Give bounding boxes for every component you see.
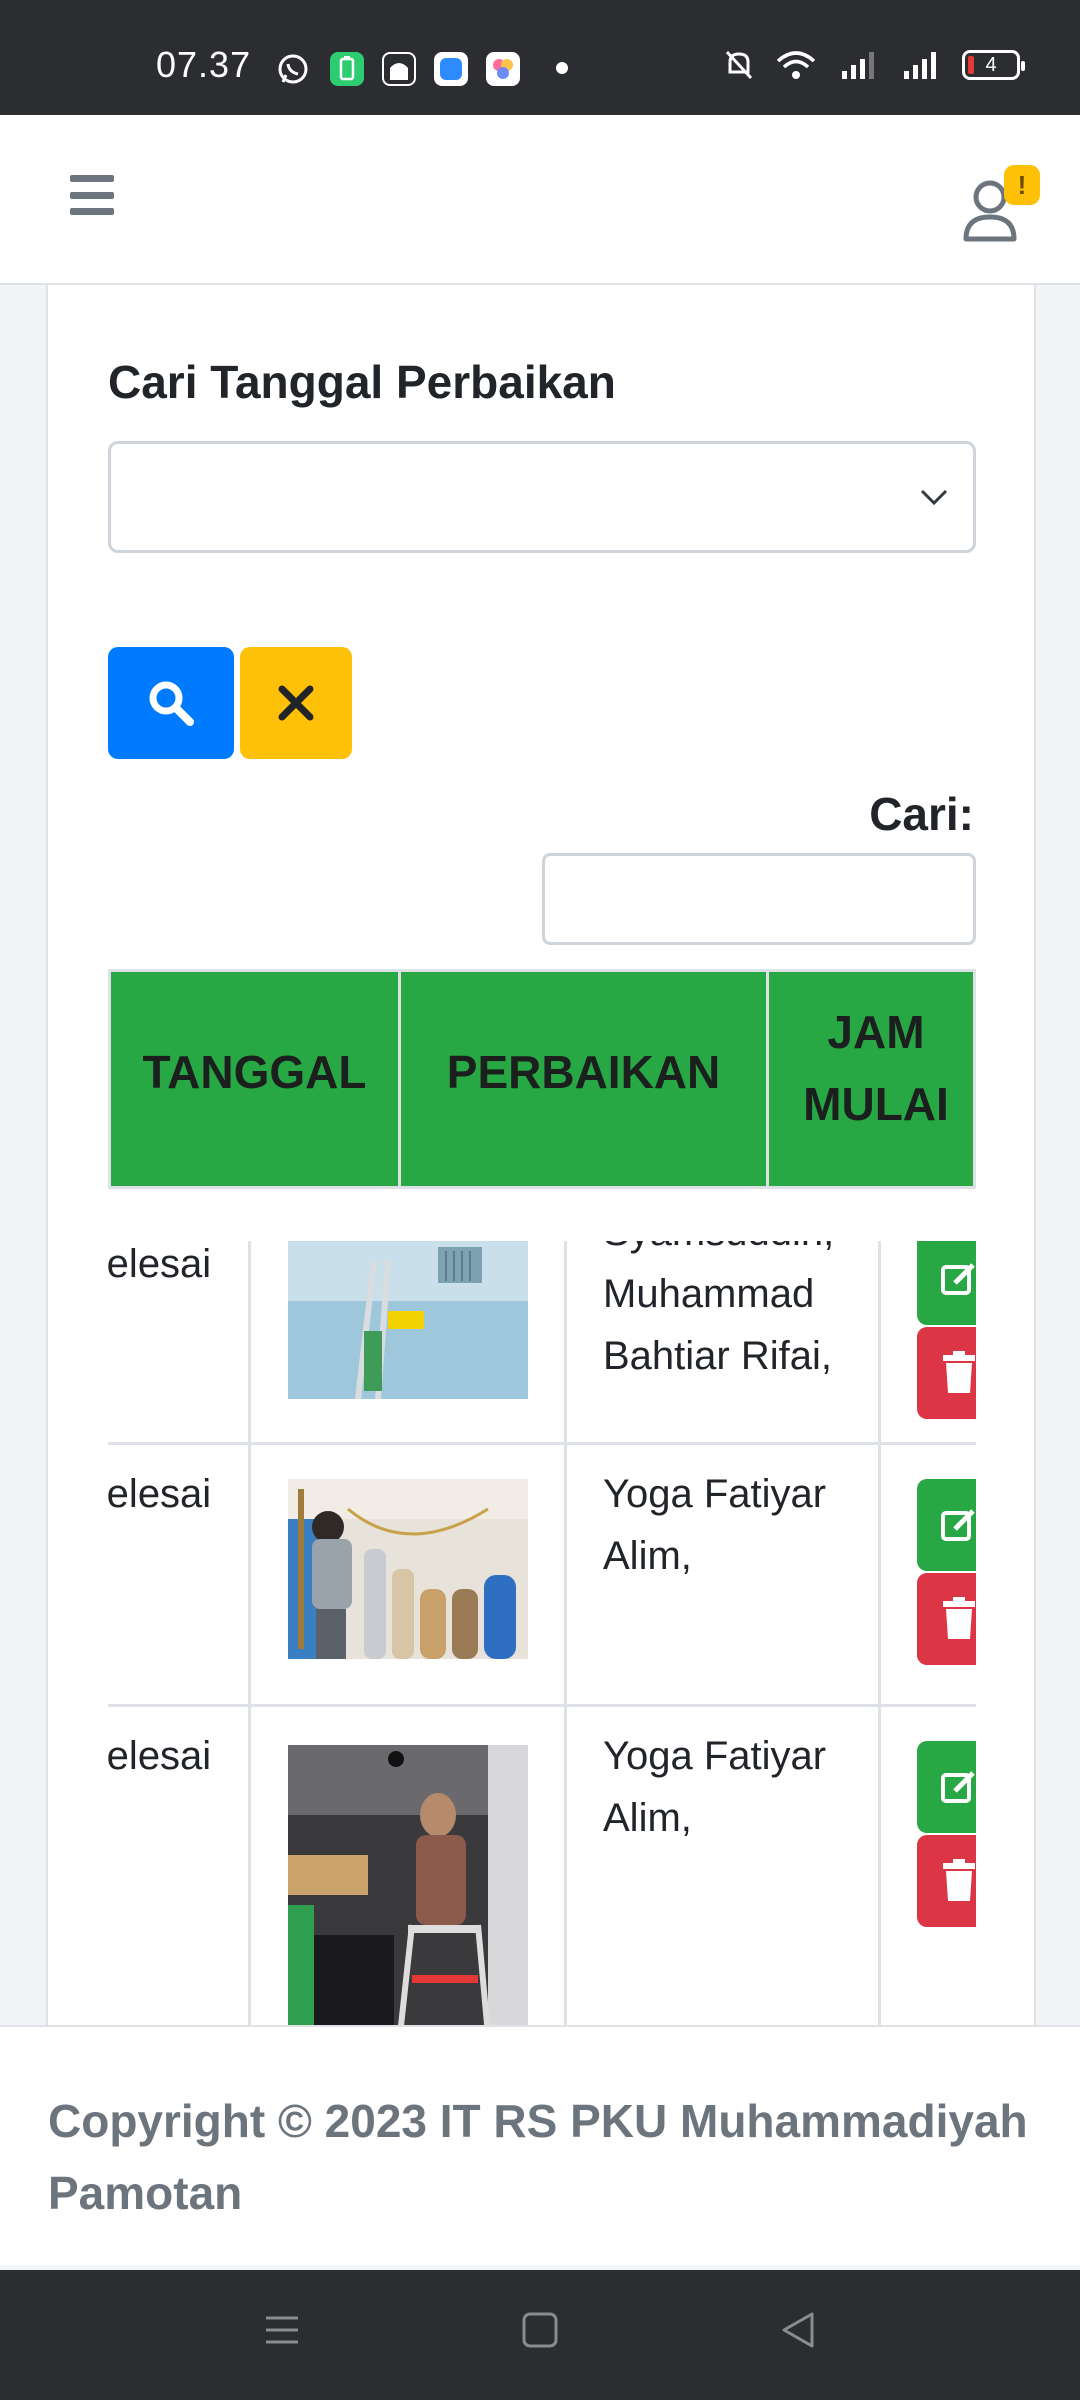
delete-button[interactable] [917, 1573, 976, 1665]
technician-name: Bahtiar Rifai, [603, 1334, 832, 1378]
technician-name: Yoga Fatiyar [603, 1734, 827, 1778]
battery-level: 4 [985, 53, 997, 76]
mosque-app-icon [382, 52, 416, 86]
date-filter-select[interactable] [108, 441, 976, 553]
gallery-app-icon [486, 52, 520, 86]
photo-cell [248, 1707, 564, 2025]
user-menu-button[interactable]: ! [950, 165, 1040, 245]
status-time: 07.37 [156, 44, 252, 85]
column-header-jam-line2: MULAI [803, 1078, 949, 1130]
actions-cell [878, 1241, 976, 1442]
table-header: TANGGAL PERBAIKAN JAM MULAI [108, 969, 976, 1189]
trash-icon [943, 1597, 975, 1639]
back-button[interactable] [778, 2310, 818, 2355]
technician-name: Syamsuddin, [603, 1241, 878, 1263]
chevron-down-icon [920, 489, 948, 506]
search-button[interactable] [108, 647, 234, 759]
status-right-icons: 4 [724, 48, 1025, 82]
edit-button[interactable] [917, 1479, 976, 1571]
recent-apps-icon [266, 2316, 298, 2344]
trash-icon [943, 1351, 975, 1393]
date-filter-label: Cari Tanggal Perbaikan [108, 356, 616, 408]
gas-cylinder-room-photo[interactable] [288, 1479, 528, 1659]
technician-name: Alim, [603, 1796, 692, 1840]
edit-button[interactable] [917, 1741, 976, 1833]
hamburger-bar [70, 175, 114, 182]
ceiling-lamp-repair-photo[interactable] [288, 1745, 528, 2025]
home-button[interactable] [520, 2310, 560, 2355]
column-header-jam-mulai[interactable]: JAM MULAI [769, 972, 973, 1186]
table-row: Selesai [108, 1445, 976, 1707]
reset-filter-button[interactable] [240, 647, 352, 759]
status-cell: Selesai [108, 1707, 248, 2025]
search-icon [149, 681, 194, 726]
wifi-icon [776, 51, 816, 79]
column-header-perbaikan[interactable]: PERBAIKAN [401, 972, 769, 1186]
mute-bell-icon [725, 50, 753, 80]
technician-names-cell: Yoga Fatiyar Alim, [564, 1445, 878, 1704]
more-notifications-dot [556, 62, 568, 74]
technician-name: Muhammad [603, 1272, 815, 1316]
photo-cell [248, 1241, 564, 1442]
photo-cell [248, 1445, 564, 1704]
status-text: Selesai [108, 1734, 212, 1778]
status-bar: 07.37 4 [0, 0, 1080, 115]
edit-icon [941, 1771, 975, 1803]
signal-2-icon [904, 52, 936, 79]
page-footer: Copyright © 2023 IT RS PKU Muhammadiyah … [0, 2025, 1080, 2265]
ceiling-vent-repair-photo[interactable] [288, 1241, 528, 1399]
home-icon [522, 2312, 558, 2348]
whatsapp-icon [276, 52, 310, 86]
close-icon [278, 685, 314, 721]
edit-button[interactable] [917, 1241, 976, 1325]
system-navigation-bar [0, 2270, 1080, 2400]
column-header-jam-line1: JAM [827, 1006, 925, 1058]
edit-icon [941, 1509, 975, 1541]
technician-names-cell: Yoga Fatiyar Alim, [564, 1707, 878, 2025]
technician-names-cell: Syamsuddin, Muhammad Bahtiar Rifai, [564, 1241, 878, 1442]
signal-1-icon [842, 52, 874, 79]
technician-name: Yoga Fatiyar [603, 1472, 827, 1516]
app-navbar: ! [0, 115, 1080, 285]
copyright-text: Copyright © 2023 IT RS PKU Muhammadiyah … [48, 2095, 1028, 2219]
table-row: Selesai [108, 1707, 976, 2025]
delete-button[interactable] [917, 1835, 976, 1927]
status-cell: Selesai [108, 1241, 248, 1442]
status-text: Selesai [108, 1242, 212, 1286]
table-row: Selesai [108, 1241, 976, 1445]
menu-toggle-button[interactable] [70, 175, 114, 215]
delete-button[interactable] [917, 1327, 976, 1419]
table-search-input[interactable] [542, 853, 976, 945]
hamburger-bar [70, 191, 114, 199]
edit-icon [941, 1263, 975, 1295]
table-body: Selesai [108, 1241, 976, 2025]
back-icon [782, 2312, 814, 2348]
hamburger-bar [70, 208, 114, 215]
repair-list-card: Cari Tanggal Perbaikan Cari: TANGGAL PER… [46, 285, 1036, 2025]
recent-apps-button[interactable] [262, 2310, 302, 2355]
battery-icon: 4 [962, 50, 1025, 80]
status-text: Selesai [108, 1472, 212, 1516]
actions-cell [878, 1445, 976, 1704]
status-cell: Selesai [108, 1445, 248, 1704]
actions-cell [878, 1707, 976, 2025]
column-header-tanggal[interactable]: TANGGAL [111, 972, 401, 1186]
files-app-icon [434, 52, 468, 86]
trash-icon [943, 1859, 975, 1901]
technician-name: Alim, [603, 1534, 692, 1578]
battery-saver-icon [330, 52, 364, 86]
alert-badge: ! [1004, 165, 1040, 205]
table-search-label: Cari: [869, 788, 974, 840]
